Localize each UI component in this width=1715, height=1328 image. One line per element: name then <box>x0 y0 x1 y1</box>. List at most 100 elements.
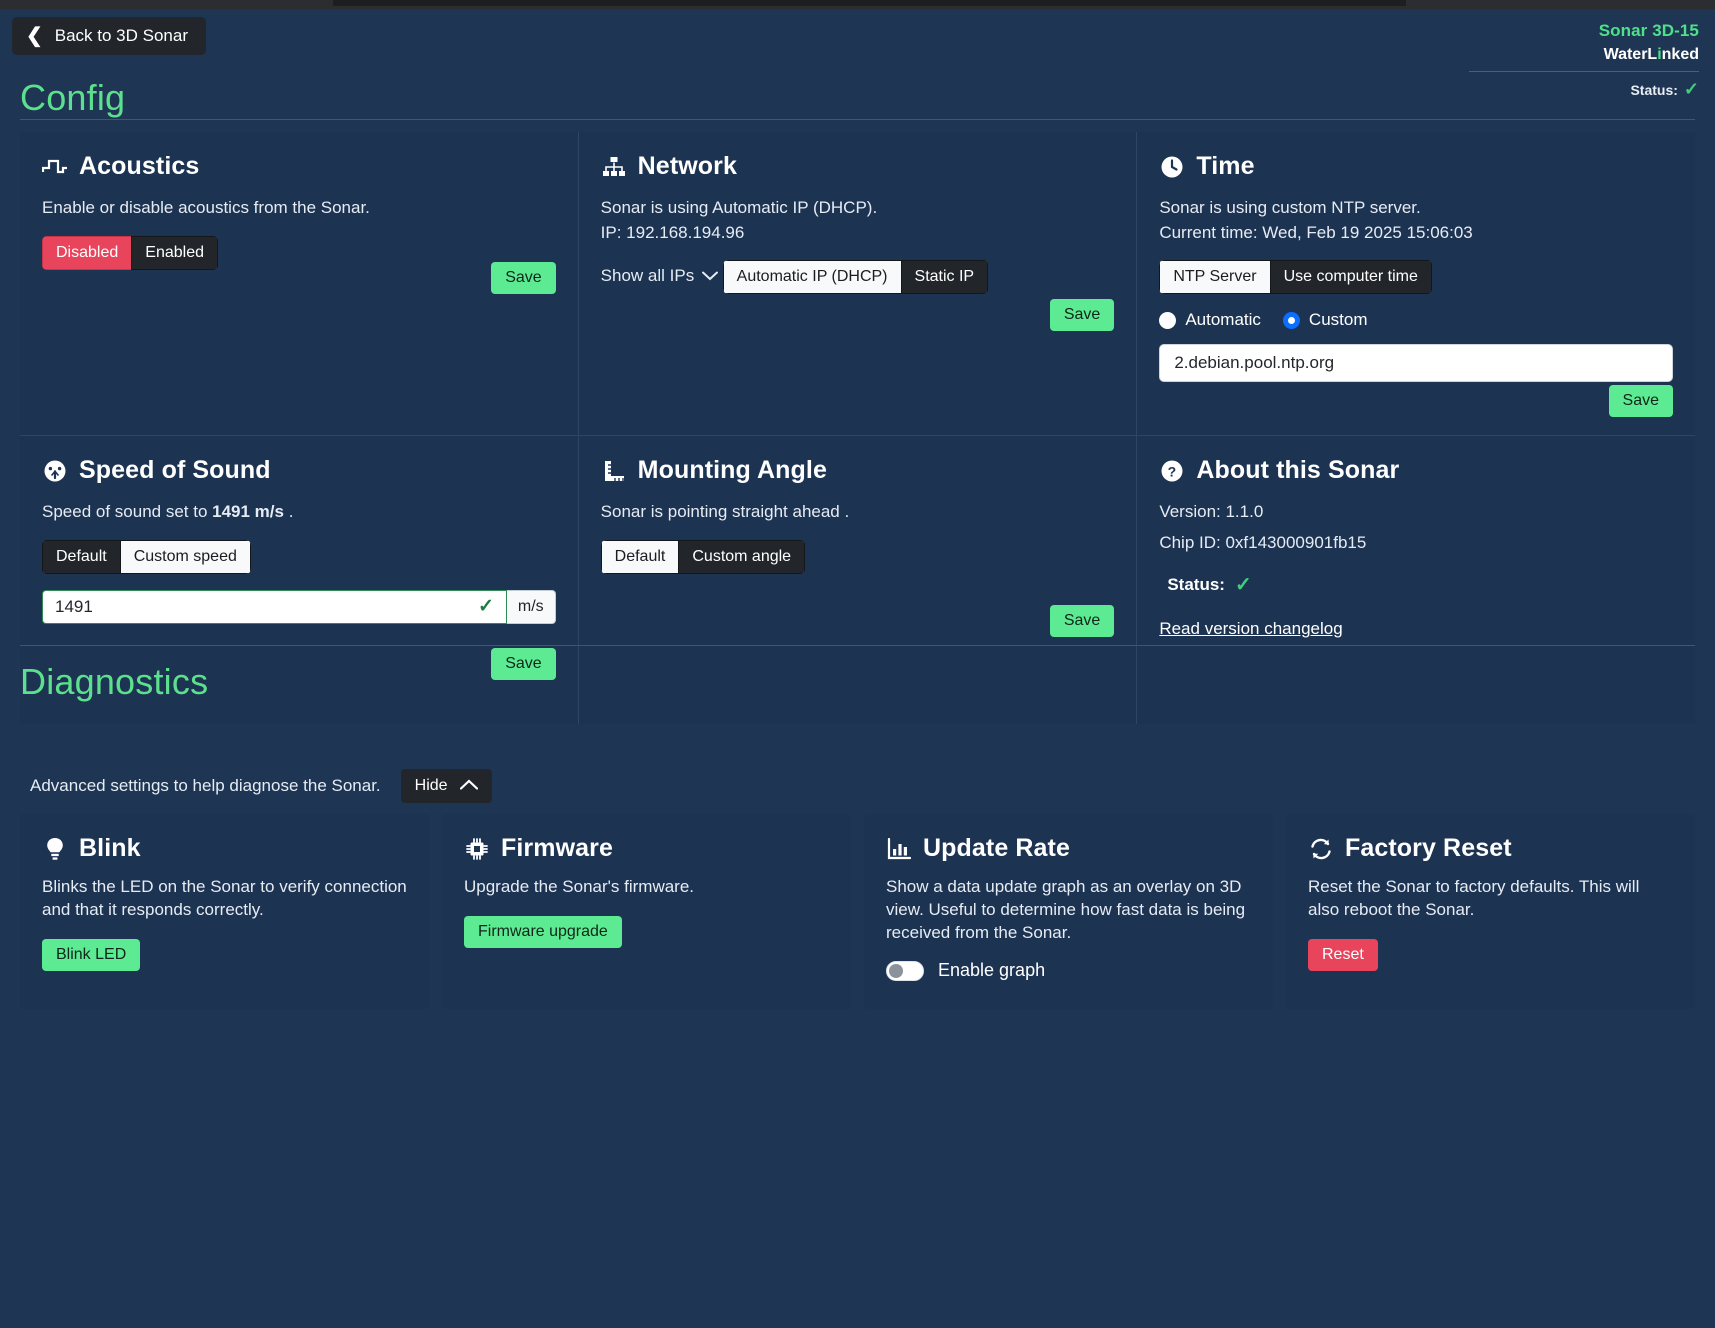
brand-block: Sonar 3D-15 WaterLinked Status: ✓ <box>1469 21 1699 100</box>
acoustics-title: Acoustics <box>42 152 556 181</box>
config-title-divider <box>20 119 1695 120</box>
acoustics-title-text: Acoustics <box>79 152 200 180</box>
speed-option-custom[interactable]: Custom speed <box>119 539 251 574</box>
enable-graph-toggle[interactable] <box>886 960 924 981</box>
diagnostics-description-row: Advanced settings to help diagnose the S… <box>30 769 492 803</box>
mounting-angle-title: Mounting Angle <box>601 456 1115 485</box>
update-rate-card: Update Rate Show a data update graph as … <box>864 814 1273 1009</box>
factory-reset-description: Reset the Sonar to factory defaults. Thi… <box>1308 877 1640 920</box>
read-version-changelog-link[interactable]: Read version changelog <box>1159 619 1342 639</box>
sonar-model-label: Sonar 3D-15 <box>1598 21 1699 40</box>
network-title: Network <box>601 152 1115 181</box>
check-icon: ✓ <box>1683 79 1699 99</box>
mounting-angle-toggle-group[interactable]: Default Custom angle <box>600 539 806 574</box>
mounting-angle-description: Sonar is pointing straight ahead . <box>600 502 850 521</box>
acoustics-description: Enable or disable acoustics from the Son… <box>42 198 370 217</box>
question-circle-icon: ? <box>1159 458 1185 484</box>
acoustics-option-enabled[interactable]: Enabled <box>131 235 218 270</box>
toggle-knob <box>889 963 903 978</box>
update-rate-title-text: Update Rate <box>923 834 1070 862</box>
acoustics-option-disabled[interactable]: Disabled <box>42 235 132 270</box>
blink-description: Blinks the LED on the Sonar to verify co… <box>42 877 407 920</box>
ruler-icon <box>601 458 627 484</box>
acoustics-save-button[interactable]: Save <box>491 262 556 294</box>
logo-text-post: nked <box>1661 46 1699 63</box>
speed-input-row: 1491 ✓ m/s <box>42 589 556 624</box>
speed-mode-toggle-group[interactable]: Default Custom speed <box>42 539 251 574</box>
firmware-card: Firmware Upgrade the Sonar's firmware. F… <box>442 814 851 1009</box>
hide-button-label: Hide <box>414 777 448 794</box>
mounting-angle-title-text: Mounting Angle <box>637 456 827 484</box>
time-option-computer-time[interactable]: Use computer time <box>1269 260 1432 295</box>
check-icon: ✓ <box>477 596 494 618</box>
sos-desc-value: 1491 m/s <box>212 502 284 521</box>
microchip-icon <box>464 836 490 862</box>
time-save-button[interactable]: Save <box>1608 385 1673 417</box>
network-option-dhcp[interactable]: Automatic IP (DHCP) <box>722 260 901 295</box>
waterlinked-logo: WaterLinked <box>1469 46 1699 72</box>
factory-reset-card: Factory Reset Reset the Sonar to factory… <box>1286 814 1695 1009</box>
diagnostics-card-grid: Blink Blinks the LED on the Sonar to ver… <box>20 814 1695 1009</box>
factory-reset-button[interactable]: Reset <box>1308 939 1378 972</box>
time-card: Time Sonar is using custom NTP server. C… <box>1137 132 1695 435</box>
check-icon: ✓ <box>1234 574 1252 597</box>
network-ip-line: IP: 192.168.194.96 <box>600 222 745 242</box>
network-option-static[interactable]: Static IP <box>900 260 989 295</box>
firmware-upgrade-button[interactable]: Firmware upgrade <box>464 916 622 949</box>
time-option-ntp-server[interactable]: NTP Server <box>1159 260 1270 295</box>
ntp-radio-automatic[interactable]: Automatic <box>1159 310 1261 330</box>
logo-text-pre: WaterL <box>1603 46 1658 63</box>
angle-option-default[interactable]: Default <box>600 539 679 574</box>
back-to-3d-sonar-button[interactable]: ❮ Back to 3D Sonar <box>12 17 207 55</box>
ntp-radio-custom-label: Custom <box>1308 310 1368 330</box>
firmware-title: Firmware <box>464 834 829 863</box>
show-all-ips-toggle[interactable]: Show all IPs <box>601 266 719 286</box>
speed-value-input[interactable]: 1491 ✓ <box>42 589 507 624</box>
network-description: Sonar is using Automatic IP (DHCP). <box>600 198 878 217</box>
speed-of-sound-save-button[interactable]: Save <box>491 648 556 680</box>
sos-desc-pre: Speed of sound set to <box>42 502 213 521</box>
network-title-text: Network <box>637 152 737 180</box>
network-mode-toggle-group[interactable]: Automatic IP (DHCP) Static IP <box>722 260 989 295</box>
update-rate-title: Update Rate <box>886 834 1251 863</box>
header-status: Status: ✓ <box>1469 79 1699 100</box>
ntp-mode-radio-group[interactable]: Automatic Custom <box>1159 310 1673 330</box>
ntp-server-input[interactable]: 2.debian.pool.ntp.org <box>1159 344 1673 383</box>
enable-graph-row[interactable]: Enable graph <box>886 960 1251 981</box>
acoustics-toggle-group[interactable]: Disabled Enabled <box>42 235 218 270</box>
about-chip-id: Chip ID: 0xf143000901fb15 <box>1159 532 1367 552</box>
config-section-title: Config <box>20 77 126 118</box>
time-source-toggle-group[interactable]: NTP Server Use computer time <box>1159 260 1432 295</box>
about-version: Version: 1.1.0 <box>1159 502 1264 521</box>
clock-icon <box>1159 154 1185 180</box>
gauge-icon <box>42 458 68 484</box>
speed-of-sound-description: Speed of sound set to 1491 m/s . <box>42 501 556 524</box>
firmware-description: Upgrade the Sonar's firmware. <box>464 877 695 896</box>
update-rate-description: Show a data update graph as an overlay o… <box>886 877 1246 943</box>
config-card-grid: Acoustics Enable or disable acoustics fr… <box>20 132 1695 724</box>
radio-dot-automatic <box>1159 311 1177 329</box>
ntp-server-value: 2.debian.pool.ntp.org <box>1174 353 1335 373</box>
mounting-angle-card: Mounting Angle Sonar is pointing straigh… <box>578 436 1137 724</box>
diagnostics-description: Advanced settings to help diagnose the S… <box>30 776 381 795</box>
network-save-button[interactable]: Save <box>1049 299 1115 331</box>
angle-option-custom[interactable]: Custom angle <box>678 539 806 574</box>
ntp-radio-custom[interactable]: Custom <box>1282 310 1368 330</box>
speed-option-default[interactable]: Default <box>42 539 120 574</box>
chevron-left-icon: ❮ <box>26 25 43 47</box>
time-description: Sonar is using custom NTP server. <box>1159 198 1421 217</box>
acoustics-card: Acoustics Enable or disable acoustics fr… <box>20 132 578 435</box>
chevron-up-icon <box>459 777 478 795</box>
time-title: Time <box>1159 152 1673 181</box>
firmware-title-text: Firmware <box>501 834 613 862</box>
mounting-angle-save-button[interactable]: Save <box>1049 605 1115 637</box>
browser-chrome-strip <box>0 0 1715 9</box>
diagnostics-hide-button[interactable]: Hide <box>400 769 492 803</box>
bar-chart-icon <box>886 836 912 862</box>
browser-chrome-inner <box>333 0 1406 6</box>
blink-led-button[interactable]: Blink LED <box>42 939 141 972</box>
pulse-wave-icon <box>42 154 68 180</box>
header-status-label: Status: <box>1630 82 1678 98</box>
speed-value: 1491 <box>55 596 93 616</box>
about-status-label: Status: <box>1167 574 1225 594</box>
